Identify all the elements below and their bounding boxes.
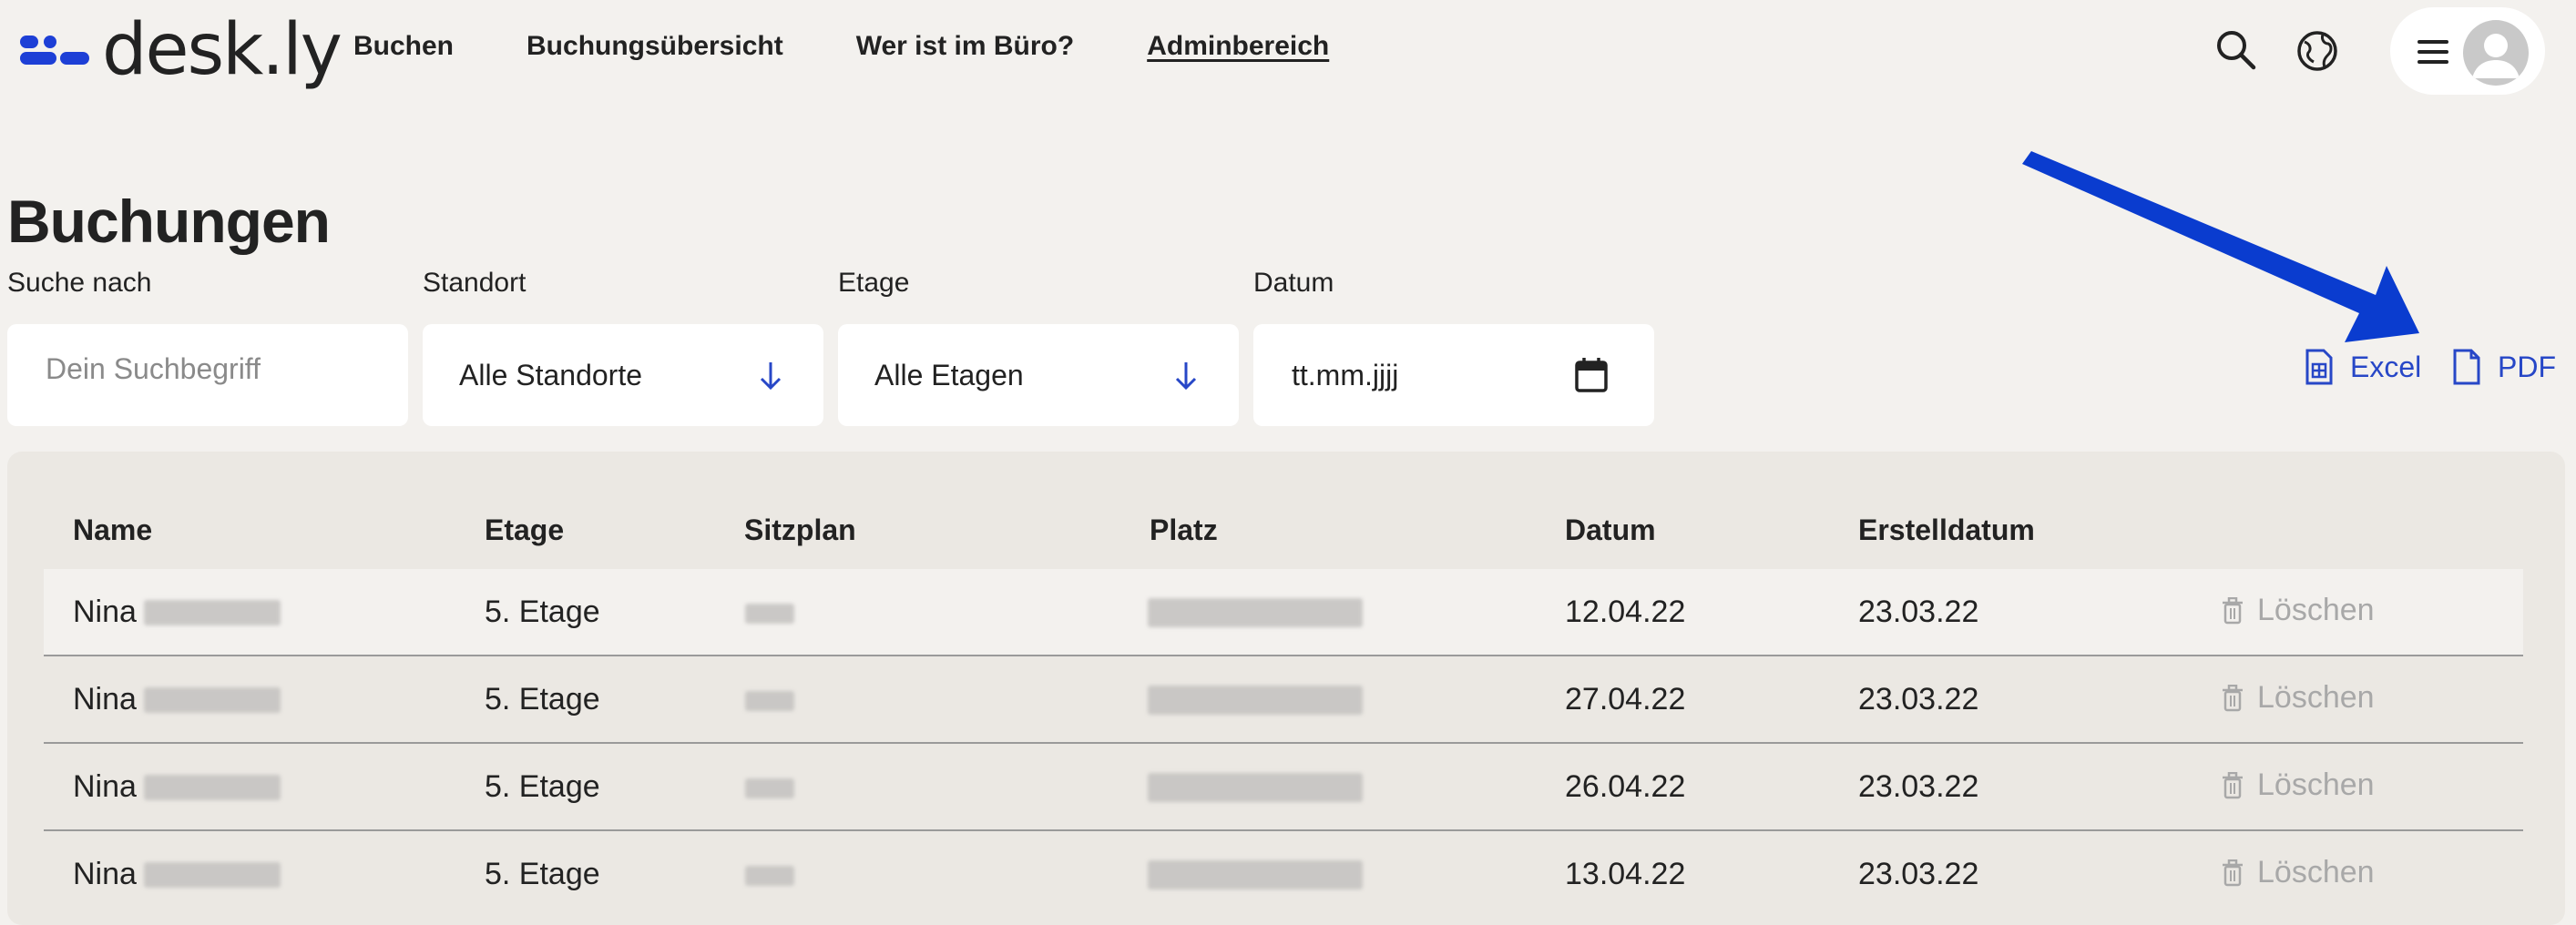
floor-select-value: Alle Etagen — [874, 359, 1024, 391]
column-header-seat: Platz — [1150, 513, 1218, 546]
cell-floor: 5. Etage — [485, 857, 600, 891]
date-label: Datum — [1253, 268, 1334, 298]
avatar — [2463, 20, 2529, 86]
cell-date: 26.04.22 — [1565, 769, 1686, 804]
calendar-icon[interactable] — [1574, 357, 1609, 393]
search-icon[interactable] — [2213, 27, 2257, 71]
logo[interactable]: desk.ly — [20, 9, 342, 91]
column-header-seating-plan: Sitzplan — [744, 513, 856, 546]
table-row[interactable]: Nina 5. Etage 27.04.22 23.03.22 Löschen — [44, 656, 2523, 742]
location-select-value: Alle Standorte — [459, 359, 643, 391]
table-row[interactable]: Nina 5. Etage 13.04.22 23.03.22 Löschen — [44, 831, 2523, 917]
cell-created: 23.03.22 — [1858, 769, 1979, 804]
floor-select[interactable]: Alle Etagen — [838, 324, 1239, 426]
export-excel-button[interactable]: Excel — [2305, 348, 2421, 386]
column-header-floor: Etage — [485, 513, 565, 546]
user-menu-button[interactable] — [2390, 7, 2545, 95]
cell-name: Nina — [73, 595, 137, 629]
search-input[interactable] — [44, 351, 357, 387]
redacted-seat — [1148, 860, 1363, 889]
top-header: desk.ly Buchen Buchungsübersicht Wer ist… — [0, 0, 2576, 100]
cell-floor: 5. Etage — [485, 769, 600, 804]
redacted-seating-plan — [745, 691, 794, 711]
column-header-created: Erstelldatum — [1858, 513, 2035, 546]
floor-label: Etage — [838, 268, 910, 298]
search-label: Suche nach — [7, 268, 152, 298]
main-nav: Buchen Buchungsübersicht Wer ist im Büro… — [353, 31, 1329, 62]
redacted-seat — [1148, 686, 1363, 715]
cell-name: Nina — [73, 857, 137, 891]
redacted-surname — [144, 600, 281, 625]
date-input-value: tt.mm.jjjj — [1292, 359, 1399, 391]
column-header-date: Datum — [1565, 513, 1656, 546]
delete-label: Löschen — [2257, 855, 2375, 889]
cell-date: 12.04.22 — [1565, 595, 1686, 629]
arrow-down-icon — [1175, 362, 1197, 391]
logo-mark-icon — [20, 32, 91, 68]
delete-button[interactable]: Löschen — [2223, 593, 2375, 628]
delete-label: Löschen — [2257, 767, 2375, 802]
cell-floor: 5. Etage — [485, 595, 600, 629]
table-row[interactable]: Nina 5. Etage 26.04.22 23.03.22 Löschen — [44, 744, 2523, 829]
delete-button[interactable]: Löschen — [2223, 855, 2375, 890]
cell-floor: 5. Etage — [485, 682, 600, 717]
globe-icon[interactable] — [2295, 29, 2339, 73]
column-header-name: Name — [73, 513, 153, 546]
redacted-seating-plan — [745, 604, 794, 624]
redacted-seating-plan — [745, 778, 794, 798]
logo-text: desk.ly — [102, 9, 342, 91]
menu-icon — [2418, 40, 2448, 70]
export-excel-label: Excel — [2350, 350, 2422, 383]
nav-item-adminbereich[interactable]: Adminbereich — [1147, 31, 1329, 62]
page-title: Buchungen — [7, 188, 331, 255]
arrow-down-icon — [760, 362, 782, 391]
redacted-seat — [1148, 598, 1363, 627]
redacted-surname — [144, 687, 281, 713]
cell-created: 23.03.22 — [1858, 682, 1979, 717]
nav-item-buchungsuebersicht[interactable]: Buchungsübersicht — [526, 31, 783, 62]
search-field — [7, 324, 408, 426]
delete-button[interactable]: Löschen — [2223, 680, 2375, 716]
delete-label: Löschen — [2257, 680, 2375, 715]
delete-label: Löschen — [2257, 593, 2375, 627]
cell-name: Nina — [73, 682, 137, 717]
export-pdf-button[interactable]: PDF — [2452, 348, 2556, 386]
spreadsheet-icon — [2305, 349, 2333, 385]
location-label: Standort — [423, 268, 526, 298]
cell-name: Nina — [73, 769, 137, 804]
trash-icon — [2223, 859, 2243, 886]
table-row[interactable]: Nina 5. Etage 12.04.22 23.03.22 Löschen — [44, 569, 2523, 655]
redacted-surname — [144, 775, 281, 800]
delete-button[interactable]: Löschen — [2223, 767, 2375, 803]
document-icon — [2453, 349, 2480, 385]
trash-icon — [2223, 596, 2243, 624]
export-pdf-label: PDF — [2498, 350, 2556, 383]
cell-created: 23.03.22 — [1858, 857, 1979, 891]
cell-created: 23.03.22 — [1858, 595, 1979, 629]
redacted-seating-plan — [745, 866, 794, 886]
nav-item-wer-ist-im-buero[interactable]: Wer ist im Büro? — [856, 31, 1074, 62]
redacted-seat — [1148, 773, 1363, 802]
cell-date: 27.04.22 — [1565, 682, 1686, 717]
date-field[interactable]: tt.mm.jjjj — [1253, 324, 1654, 426]
cell-date: 13.04.22 — [1565, 857, 1686, 891]
trash-icon — [2223, 684, 2243, 711]
redacted-surname — [144, 862, 281, 888]
nav-item-buchen[interactable]: Buchen — [353, 31, 454, 62]
trash-icon — [2223, 771, 2243, 798]
location-select[interactable]: Alle Standorte — [423, 324, 823, 426]
